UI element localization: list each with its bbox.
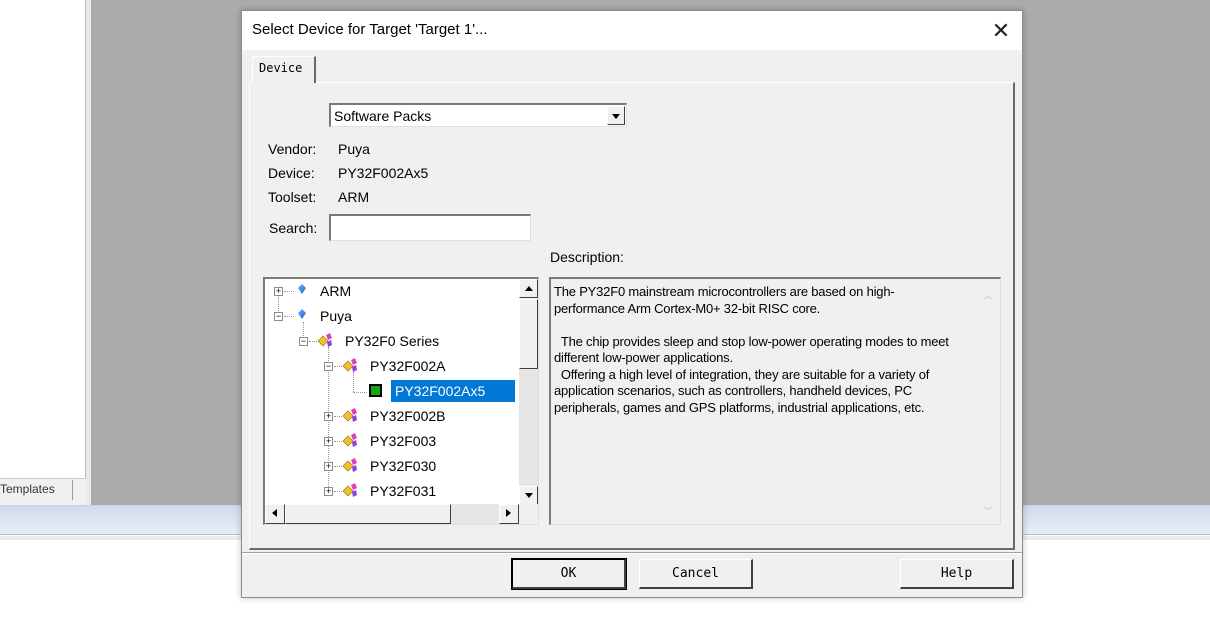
scroll-up-button[interactable]	[519, 279, 538, 298]
tree-item-label: PY32F031	[370, 483, 437, 499]
select-device-dialog: Select Device for Target 'Target 1'... ✕…	[241, 10, 1023, 598]
device-label: Device:	[268, 165, 315, 181]
collapse-icon[interactable]: −	[324, 362, 333, 371]
tree-item[interactable]: + PY32F030	[265, 455, 515, 477]
vendor-gem-icon	[298, 309, 306, 319]
tree-horizontal-scrollbar[interactable]	[265, 504, 519, 524]
tree-line	[334, 416, 342, 417]
description-label: Description:	[550, 249, 624, 265]
description-box[interactable]: The PY32F0 mainstream microcontrollers a…	[549, 277, 1001, 525]
search-input[interactable]	[329, 214, 531, 241]
tree-item-label: PY32F002Ax5	[391, 380, 515, 402]
series-icon	[317, 333, 332, 347]
tree-item-label: Puya	[320, 308, 352, 324]
tree-line	[334, 366, 342, 367]
pack-source-value: Software Packs	[334, 108, 432, 124]
footer-divider	[242, 552, 1022, 554]
series-icon	[342, 483, 357, 497]
expand-icon[interactable]: +	[324, 462, 333, 471]
scroll-left-button[interactable]	[265, 504, 285, 524]
scroll-down-button[interactable]	[519, 486, 538, 505]
dropdown-button[interactable]	[607, 106, 625, 125]
vendor-label: Vendor:	[268, 141, 317, 157]
close-button[interactable]: ✕	[982, 16, 1020, 46]
tree-item[interactable]: + PY32F031	[265, 480, 515, 502]
chevron-down-icon	[612, 114, 620, 119]
toolset-value: ARM	[338, 189, 370, 205]
vendor-value: Puya	[338, 141, 370, 157]
vendor-gem-icon	[298, 284, 306, 294]
chip-icon	[369, 384, 382, 397]
tab-device[interactable]: Device	[252, 56, 316, 83]
tree-item-label: PY32F002B	[370, 408, 446, 424]
templates-tab[interactable]: Templates	[0, 482, 55, 496]
tree-item-label: PY32F003	[370, 433, 437, 449]
pack-source-select[interactable]: Software Packs	[329, 103, 627, 127]
series-icon	[342, 358, 357, 372]
expand-icon[interactable]: +	[324, 487, 333, 496]
dialog-titlebar[interactable]: Select Device for Target 'Target 1'... ✕	[242, 11, 1022, 50]
tree-item-label: PY32F030	[370, 458, 437, 474]
scrollbar-corner	[519, 504, 538, 524]
series-icon	[342, 408, 357, 422]
search-label: Search:	[269, 220, 318, 236]
scroll-up-icon[interactable]: ︿	[983, 287, 993, 302]
toolset-label: Toolset:	[268, 189, 317, 205]
arrow-up-icon	[525, 286, 533, 291]
tree-line	[284, 291, 294, 292]
collapse-icon[interactable]: −	[274, 312, 283, 321]
project-panel	[0, 0, 86, 478]
expand-icon[interactable]: +	[324, 437, 333, 446]
scroll-track[interactable]	[519, 369, 538, 486]
scroll-thumb[interactable]	[519, 299, 538, 369]
tree-item[interactable]: − Puya	[265, 305, 515, 327]
tree-vertical-scrollbar[interactable]	[519, 279, 538, 505]
tab-divider	[72, 480, 73, 500]
arrow-left-icon	[272, 509, 277, 517]
tree-item-selected[interactable]: PY32F002Ax5	[265, 380, 519, 402]
tree-item-label: PY32F0 Series	[345, 333, 440, 349]
cancel-button[interactable]: Cancel	[639, 559, 753, 589]
tree-item-label: PY32F002A	[370, 358, 446, 374]
help-button[interactable]: Help	[900, 559, 1014, 589]
tree-item-label: ARM	[320, 283, 352, 299]
tree-line	[334, 466, 342, 467]
tree-line	[334, 441, 342, 442]
scroll-right-button[interactable]	[499, 504, 519, 524]
tree-item[interactable]: + PY32F002B	[265, 405, 515, 427]
device-tree[interactable]: + ARM − Puya − PY32F0 Series − PY32F002A…	[263, 277, 539, 525]
expand-icon[interactable]: +	[324, 412, 333, 421]
arrow-down-icon	[525, 493, 533, 498]
description-text: The PY32F0 mainstream microcontrollers a…	[554, 284, 949, 415]
scroll-thumb[interactable]	[285, 504, 451, 524]
expand-icon[interactable]: +	[274, 287, 283, 296]
collapse-icon[interactable]: −	[299, 337, 308, 346]
device-value: PY32F002Ax5	[338, 165, 429, 181]
tree-item[interactable]: − PY32F0 Series	[265, 330, 515, 352]
dialog-title: Select Device for Target 'Target 1'...	[252, 21, 488, 38]
tree-item[interactable]: − PY32F002A	[265, 355, 515, 377]
tree-line	[309, 341, 317, 342]
tree-item[interactable]: + PY32F003	[265, 430, 515, 452]
series-icon	[342, 458, 357, 472]
tree-line	[334, 491, 342, 492]
arrow-right-icon	[506, 509, 511, 517]
tree-item[interactable]: + ARM	[265, 280, 515, 302]
close-icon: ✕	[991, 18, 1011, 43]
tree-line	[284, 316, 294, 317]
scroll-down-icon[interactable]: ﹀	[983, 503, 993, 518]
series-icon	[342, 433, 357, 447]
ok-button[interactable]: OK	[511, 558, 627, 590]
